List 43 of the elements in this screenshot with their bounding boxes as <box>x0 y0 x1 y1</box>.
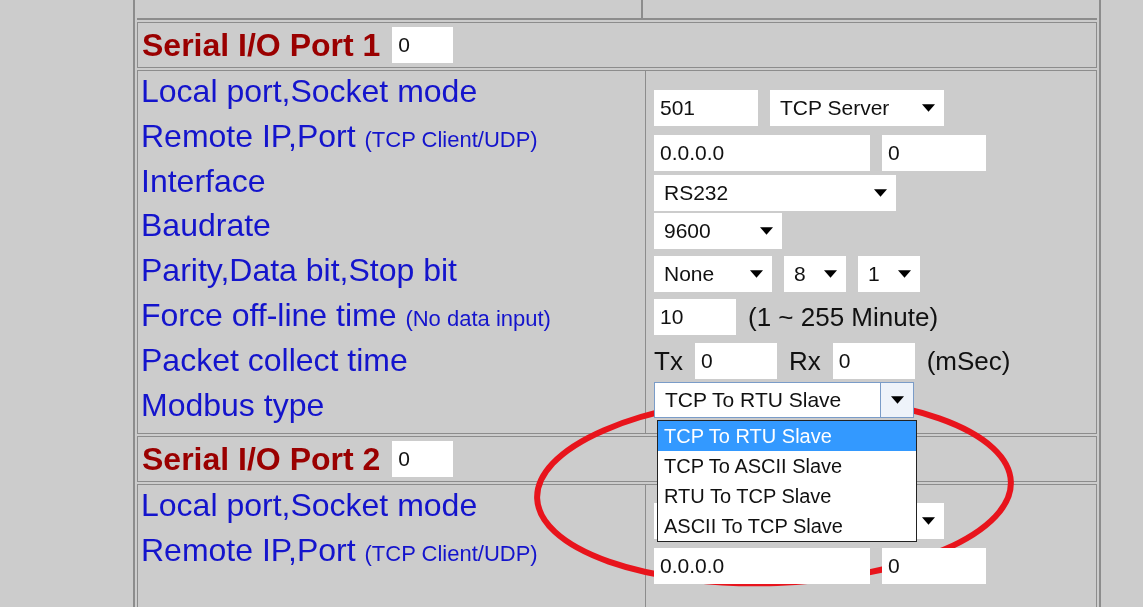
caret-icon <box>873 189 887 197</box>
field-label: Baudrate <box>141 207 272 246</box>
input-field[interactable]: 0 <box>832 343 915 379</box>
input-field[interactable]: 0.0.0.0 <box>654 135 870 171</box>
caret-icon <box>890 396 904 404</box>
dropdown[interactable]: 1 <box>858 256 920 292</box>
field-label: Modbus type <box>141 386 326 425</box>
dropdown[interactable]: 8 <box>784 256 846 292</box>
field-label: Packet collect time <box>141 341 409 380</box>
field-text: (1 ~ 255 Minute) <box>748 301 939 333</box>
input-field[interactable]: 10 <box>654 299 736 335</box>
dropdown[interactable]: TCP Server <box>770 90 944 126</box>
field-label: Parity,Data bit,Stop bit <box>141 252 458 291</box>
input-field[interactable]: 0.0.0.0 <box>654 548 870 585</box>
caret-icon <box>897 270 911 278</box>
input-field[interactable]: 0 <box>882 135 986 171</box>
dropdown-option[interactable]: TCP To ASCII Slave <box>658 451 916 481</box>
input-field[interactable]: 0 <box>882 548 986 585</box>
field-label: Local port,Socket mode <box>141 73 479 111</box>
dropdown-option[interactable]: RTU To TCP Slave <box>658 481 916 511</box>
field-label: Force off-line time (No data input) <box>141 297 552 335</box>
field-text: (mSec) <box>926 345 1011 377</box>
caret-icon <box>921 517 935 526</box>
input-field[interactable]: 501 <box>654 90 758 126</box>
caret-icon <box>921 104 935 112</box>
field-label: Remote IP,Port (TCP Client/UDP) <box>141 532 539 571</box>
section-title: Serial I/O Port 1 <box>142 26 381 64</box>
section-title: Serial I/O Port 2 <box>142 440 381 478</box>
field-text: Rx <box>788 345 821 377</box>
caret-icon <box>823 270 837 278</box>
dropdown[interactable]: RS232 <box>654 175 896 211</box>
count-field[interactable]: 0 <box>392 441 454 478</box>
field-label: Local port,Socket mode <box>141 487 479 526</box>
dropdown-option[interactable]: ASCII To TCP Slave <box>658 511 916 541</box>
count-field[interactable]: 0 <box>392 27 454 63</box>
dropdown[interactable]: 9600 <box>654 213 782 249</box>
field-label: Interface <box>141 162 267 201</box>
field-label: Remote IP,Port (TCP Client/UDP) <box>141 117 539 156</box>
caret-icon <box>749 270 763 278</box>
field-text: Tx <box>654 345 683 377</box>
dropdown[interactable]: None <box>654 256 772 292</box>
caret-icon <box>759 227 773 235</box>
input-field[interactable]: 0 <box>694 343 777 379</box>
